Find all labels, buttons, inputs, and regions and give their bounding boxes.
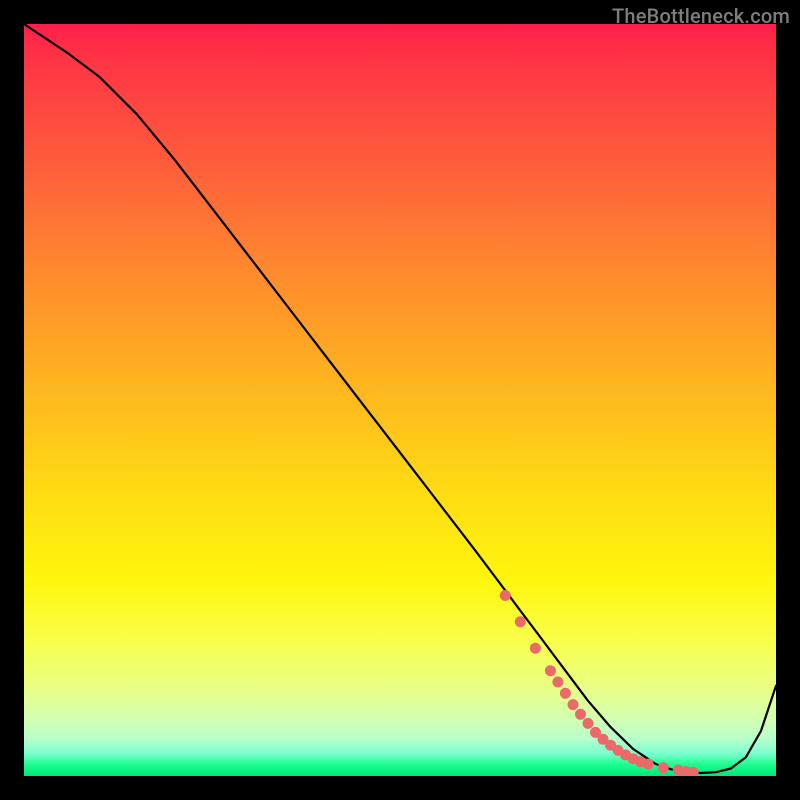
highlight-dot: [530, 643, 541, 654]
highlight-dots: [500, 590, 699, 776]
highlight-dot: [643, 759, 654, 770]
highlight-dot: [552, 677, 563, 688]
highlight-dot: [560, 688, 571, 699]
highlight-dot: [575, 709, 586, 720]
watermark-text: TheBottleneck.com: [612, 4, 790, 28]
bottleneck-curve: [24, 24, 776, 773]
curve-svg: [24, 24, 776, 776]
highlight-dot: [500, 590, 511, 601]
highlight-dot: [583, 718, 594, 729]
highlight-dot: [515, 616, 526, 627]
chart-container: TheBottleneck.com: [0, 0, 800, 800]
highlight-dot: [545, 665, 556, 676]
highlight-dot: [568, 699, 579, 710]
highlight-dot: [658, 762, 669, 773]
plot-area: [24, 24, 776, 776]
